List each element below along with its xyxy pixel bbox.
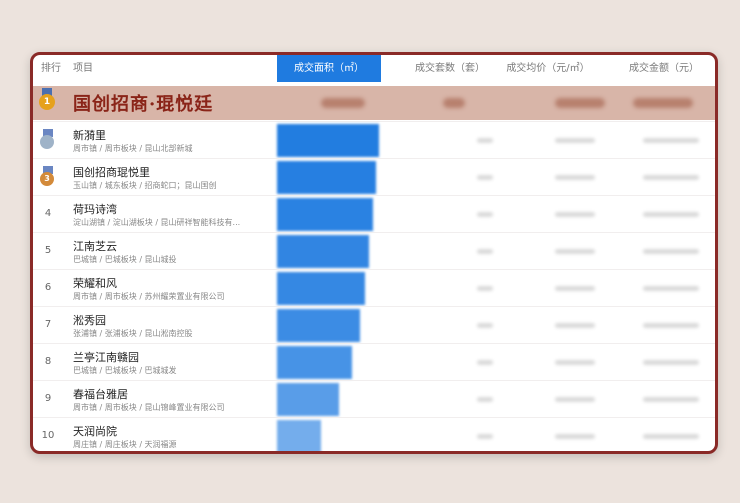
project-location: 巴城镇 / 巴城板块 / 昆山城投 — [73, 255, 177, 264]
top-project-title: 国创招商·琨悦廷 — [73, 94, 214, 115]
header-amount[interactable]: 成交金额（元） — [619, 55, 709, 82]
area-bar — [277, 420, 321, 451]
amount-value-redacted — [643, 360, 699, 365]
table-row[interactable]: 4 荷玛诗湾 淀山湖镇 / 淀山湖板块 / 昆山研祥智能科技有... — [33, 195, 715, 233]
top-rank-banner[interactable]: 1 国创招商·琨悦廷 — [33, 86, 715, 120]
units-value-redacted — [477, 138, 493, 143]
header-rank[interactable]: 排行 — [41, 55, 61, 82]
table-header: 排行 项目 成交面积（㎡） 成交套数（套） 成交均价（元/㎡） 成交金额（元） — [33, 55, 715, 82]
medal-number: 3 — [40, 172, 54, 186]
amount-value-redacted — [643, 249, 699, 254]
header-area-sorted[interactable]: 成交面积（㎡） — [277, 55, 381, 82]
price-value-redacted — [555, 397, 595, 402]
area-bar — [277, 346, 352, 379]
price-value-redacted — [555, 323, 595, 328]
project-name[interactable]: 荷玛诗湾 — [73, 201, 117, 217]
project-name[interactable]: 新漪里 — [73, 127, 106, 143]
table-row[interactable]: 10 天润尚院 周庄镇 / 周庄板块 / 天润福源 — [33, 417, 715, 451]
rank-number: 6 — [44, 282, 52, 293]
units-value-redacted — [477, 323, 493, 328]
area-bar — [277, 383, 339, 416]
amount-value-redacted — [643, 138, 699, 143]
table-row[interactable]: 6 荣耀和风 周市镇 / 周市板块 / 苏州耀荣置业有限公司 — [33, 269, 715, 307]
units-value-redacted — [477, 360, 493, 365]
rank-number: 4 — [44, 208, 52, 219]
project-name[interactable]: 江南芝云 — [73, 238, 117, 254]
gold-medal-number: 1 — [39, 94, 55, 110]
price-value-redacted — [555, 212, 595, 217]
amount-value-redacted — [643, 175, 699, 180]
price-value-redacted — [555, 286, 595, 291]
rank-number: 7 — [44, 319, 52, 330]
amount-value-redacted — [643, 323, 699, 328]
table-row[interactable]: 7 淞秀园 张浦镇 / 张浦板块 / 昆山淞南控股 — [33, 306, 715, 344]
project-name[interactable]: 春福台雅居 — [73, 386, 128, 402]
price-value-redacted — [555, 138, 595, 143]
units-value-redacted — [477, 397, 493, 402]
amount-value-redacted — [643, 212, 699, 217]
medal-number — [40, 135, 54, 149]
project-location: 巴城镇 / 巴城板块 / 巴城城发 — [73, 366, 177, 375]
table-row[interactable]: 5 江南芝云 巴城镇 / 巴城板块 / 昆山城投 — [33, 232, 715, 270]
rank-number: 9 — [44, 393, 52, 404]
price-value-redacted — [555, 360, 595, 365]
amount-value-redacted — [643, 286, 699, 291]
header-price[interactable]: 成交均价（元/㎡） — [503, 55, 593, 82]
units-value-redacted — [477, 175, 493, 180]
area-bar — [277, 272, 365, 305]
area-bar — [277, 124, 379, 157]
rank-number: 8 — [44, 356, 52, 367]
project-location: 周市镇 / 周市板块 / 苏州耀荣置业有限公司 — [73, 292, 225, 301]
price-value-redacted — [555, 434, 595, 439]
area-bar — [277, 198, 373, 231]
units-value-redacted — [477, 434, 493, 439]
area-bar — [277, 161, 376, 194]
area-bar — [277, 309, 360, 342]
rank-number: 10 — [41, 430, 55, 441]
project-name[interactable]: 天润尚院 — [73, 423, 117, 439]
price-value-redacted — [555, 249, 595, 254]
project-location: 张浦镇 / 张浦板块 / 昆山淞南控股 — [73, 329, 193, 338]
project-location: 周庄镇 / 周庄板块 / 天润福源 — [73, 440, 177, 449]
project-name[interactable]: 荣耀和风 — [73, 275, 117, 291]
project-location: 周市镇 / 周市板块 / 昆山北部新城 — [73, 144, 193, 153]
amount-value-redacted — [643, 434, 699, 439]
units-value-redacted — [477, 249, 493, 254]
project-location: 周市镇 / 周市板块 / 昆山锦峰置业有限公司 — [73, 403, 225, 412]
units-value-redacted — [477, 212, 493, 217]
table-row[interactable]: 3 国创招商琨悦里 玉山镇 / 城东板块 / 招商蛇口；昆山国创 — [33, 158, 715, 196]
project-name[interactable]: 兰亭江南赣园 — [73, 349, 139, 365]
table-row[interactable]: 新漪里 周市镇 / 周市板块 / 昆山北部新城 — [33, 121, 715, 159]
area-bar — [277, 235, 369, 268]
table-row[interactable]: 8 兰亭江南赣园 巴城镇 / 巴城板块 / 巴城城发 — [33, 343, 715, 381]
units-value-redacted — [477, 286, 493, 291]
project-name[interactable]: 国创招商琨悦里 — [73, 164, 150, 180]
header-units[interactable]: 成交套数（套） — [413, 55, 487, 82]
project-location: 淀山湖镇 / 淀山湖板块 / 昆山研祥智能科技有... — [73, 218, 241, 227]
project-name[interactable]: 淞秀园 — [73, 312, 106, 328]
header-project[interactable]: 项目 — [73, 55, 93, 82]
project-location: 玉山镇 / 城东板块 / 招商蛇口；昆山国创 — [73, 181, 217, 190]
ranking-card: 排行 项目 成交面积（㎡） 成交套数（套） 成交均价（元/㎡） 成交金额（元） … — [30, 52, 718, 454]
amount-value-redacted — [643, 397, 699, 402]
price-value-redacted — [555, 175, 595, 180]
rank-number: 5 — [44, 245, 52, 256]
table-row[interactable]: 9 春福台雅居 周市镇 / 周市板块 / 昆山锦峰置业有限公司 — [33, 380, 715, 418]
